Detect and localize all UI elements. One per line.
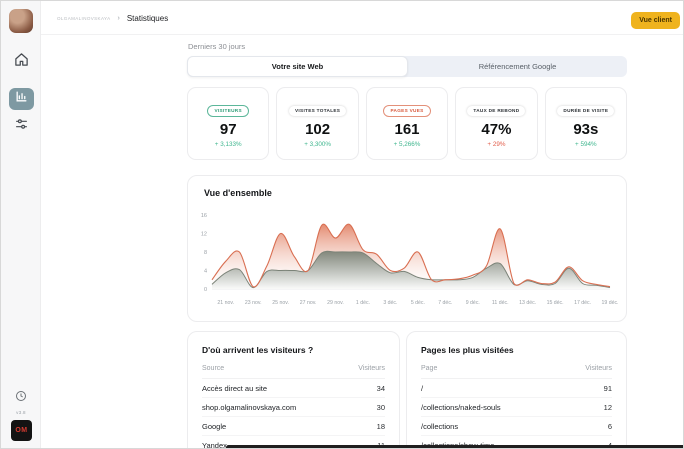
stat-card-delta: + 594% [575, 140, 597, 148]
overview-area-chart[interactable]: 0 4 8 12 16 21 nov. 23 nov. 25 nov. 27 nov. 29 no… [196, 205, 620, 317]
stat-card-delta: + 5,266% [393, 140, 421, 148]
svg-text:3 déc.: 3 déc. [383, 300, 397, 306]
app-version: v3.8 [16, 410, 26, 415]
stat-card-visiteurs: VISITEURS 97 + 3,133% [187, 87, 270, 160]
home-icon [14, 52, 29, 72]
stat-card-delta: + 3,300% [304, 140, 331, 148]
overview-chart-card: Vue d'ensemble 0 4 8 12 16 21 nov. 23 nov. 25 n… [187, 175, 627, 322]
breadcrumb-root[interactable]: olgamalinovskaya [57, 16, 111, 21]
site-tabs: Votre site Web Référencement Google [187, 56, 627, 77]
sidebar-item-flows[interactable] [12, 118, 30, 134]
sliders-icon [15, 117, 28, 135]
tab-votre-site-web[interactable]: Votre site Web [187, 56, 408, 77]
stat-cards-row: VISITEURS 97 + 3,133% VISITES TOTALES 10… [187, 87, 628, 160]
stat-card-duree-de-visite: DURÉE DE VISITE 93s + 594% [544, 87, 628, 160]
chevron-right-icon: › [117, 14, 120, 22]
stat-card-value: 97 [219, 121, 237, 138]
stat-card-value: 161 [394, 121, 420, 138]
sidebar-item-home[interactable] [12, 53, 30, 71]
stat-card-label: VISITES TOTALES [289, 105, 347, 116]
period-label: Derniers 30 jours [188, 42, 246, 51]
stat-card-label: VISITEURS [207, 104, 249, 117]
sidebar-item-statistics[interactable] [9, 88, 34, 110]
svg-text:23 nov.: 23 nov. [245, 300, 262, 306]
svg-text:8: 8 [204, 250, 207, 256]
svg-text:27 nov.: 27 nov. [300, 300, 317, 306]
stat-card-value: 93s [573, 121, 599, 138]
svg-text:16: 16 [201, 213, 207, 219]
table-card-pages: Pages les plus visitées Page Visiteurs /9… [406, 331, 627, 448]
svg-text:19 déc.: 19 déc. [601, 300, 618, 306]
table-row[interactable]: Google 18 [202, 417, 385, 436]
table-title: D'où arrivent les visiteurs ? [202, 345, 314, 355]
breadcrumb-current: Statistiques [126, 13, 169, 23]
sidebar-item-help[interactable] [14, 391, 28, 405]
chart-title: Vue d'ensemble [204, 188, 272, 198]
statistics-dashboard: v3.8 OM olgamalinovskaya › Statistiques … [0, 0, 684, 449]
table-row[interactable]: /91 [421, 379, 612, 398]
table-header: Source Visiteurs [202, 365, 385, 379]
svg-text:0: 0 [204, 287, 207, 293]
stat-card-delta: + 29% [487, 140, 506, 148]
vue-client-button[interactable]: Vue client [631, 12, 680, 29]
table-card-sources: D'où arrivent les visiteurs ? Source Visi… [187, 331, 400, 448]
horizontal-scrollbar[interactable] [226, 445, 683, 448]
brand-logo[interactable]: OM [11, 420, 32, 441]
svg-text:13 déc.: 13 déc. [519, 300, 536, 306]
stat-card-pages-vues: PAGES VUES 161 + 5,266% [365, 87, 449, 160]
svg-text:12: 12 [201, 232, 207, 238]
svg-text:4: 4 [204, 269, 207, 275]
stat-card-value: 102 [305, 121, 331, 138]
svg-text:5 déc.: 5 déc. [411, 300, 425, 306]
svg-text:1 déc.: 1 déc. [356, 300, 370, 306]
svg-text:25 nov.: 25 nov. [272, 300, 289, 306]
stat-card-value: 47% [481, 121, 512, 138]
stat-card-delta: + 3,133% [214, 140, 242, 148]
stats-chart-icon [15, 90, 28, 108]
stat-card-label: TAUX DE REBOND [467, 105, 526, 116]
tab-referencement-google[interactable]: Référencement Google [408, 56, 627, 77]
svg-text:9 déc.: 9 déc. [466, 300, 480, 306]
table-title: Pages les plus visitées [421, 345, 514, 355]
svg-text:15 déc.: 15 déc. [547, 300, 564, 306]
svg-text:29 nov.: 29 nov. [327, 300, 344, 306]
stat-card-taux-de-rebond: TAUX DE REBOND 47% + 29% [455, 87, 538, 160]
table-row[interactable]: shop.olgamalinovskaya.com 30 [202, 398, 385, 417]
stat-card-label: PAGES VUES [383, 104, 431, 117]
table-row[interactable]: Accès direct au site 34 [202, 379, 385, 398]
sidebar: v3.8 OM [1, 1, 41, 448]
stat-card-label: DURÉE DE VISITE [557, 105, 615, 116]
breadcrumb: olgamalinovskaya › Statistiques [57, 1, 168, 35]
stat-card-visites-totales: VISITES TOTALES 102 + 3,300% [276, 87, 359, 160]
help-clock-icon [15, 389, 27, 407]
svg-text:17 déc.: 17 déc. [574, 300, 591, 306]
user-avatar[interactable] [9, 9, 33, 33]
svg-text:7 déc.: 7 déc. [438, 300, 452, 306]
table-row[interactable]: /collections/naked-souls 12 [421, 398, 612, 417]
top-header: olgamalinovskaya › Statistiques Vue clie… [41, 1, 683, 35]
svg-text:21 nov.: 21 nov. [217, 300, 234, 306]
table-row[interactable]: /collections 6 [421, 417, 612, 436]
svg-text:11 déc.: 11 déc. [492, 300, 509, 306]
table-header: Page Visiteurs [421, 365, 612, 379]
